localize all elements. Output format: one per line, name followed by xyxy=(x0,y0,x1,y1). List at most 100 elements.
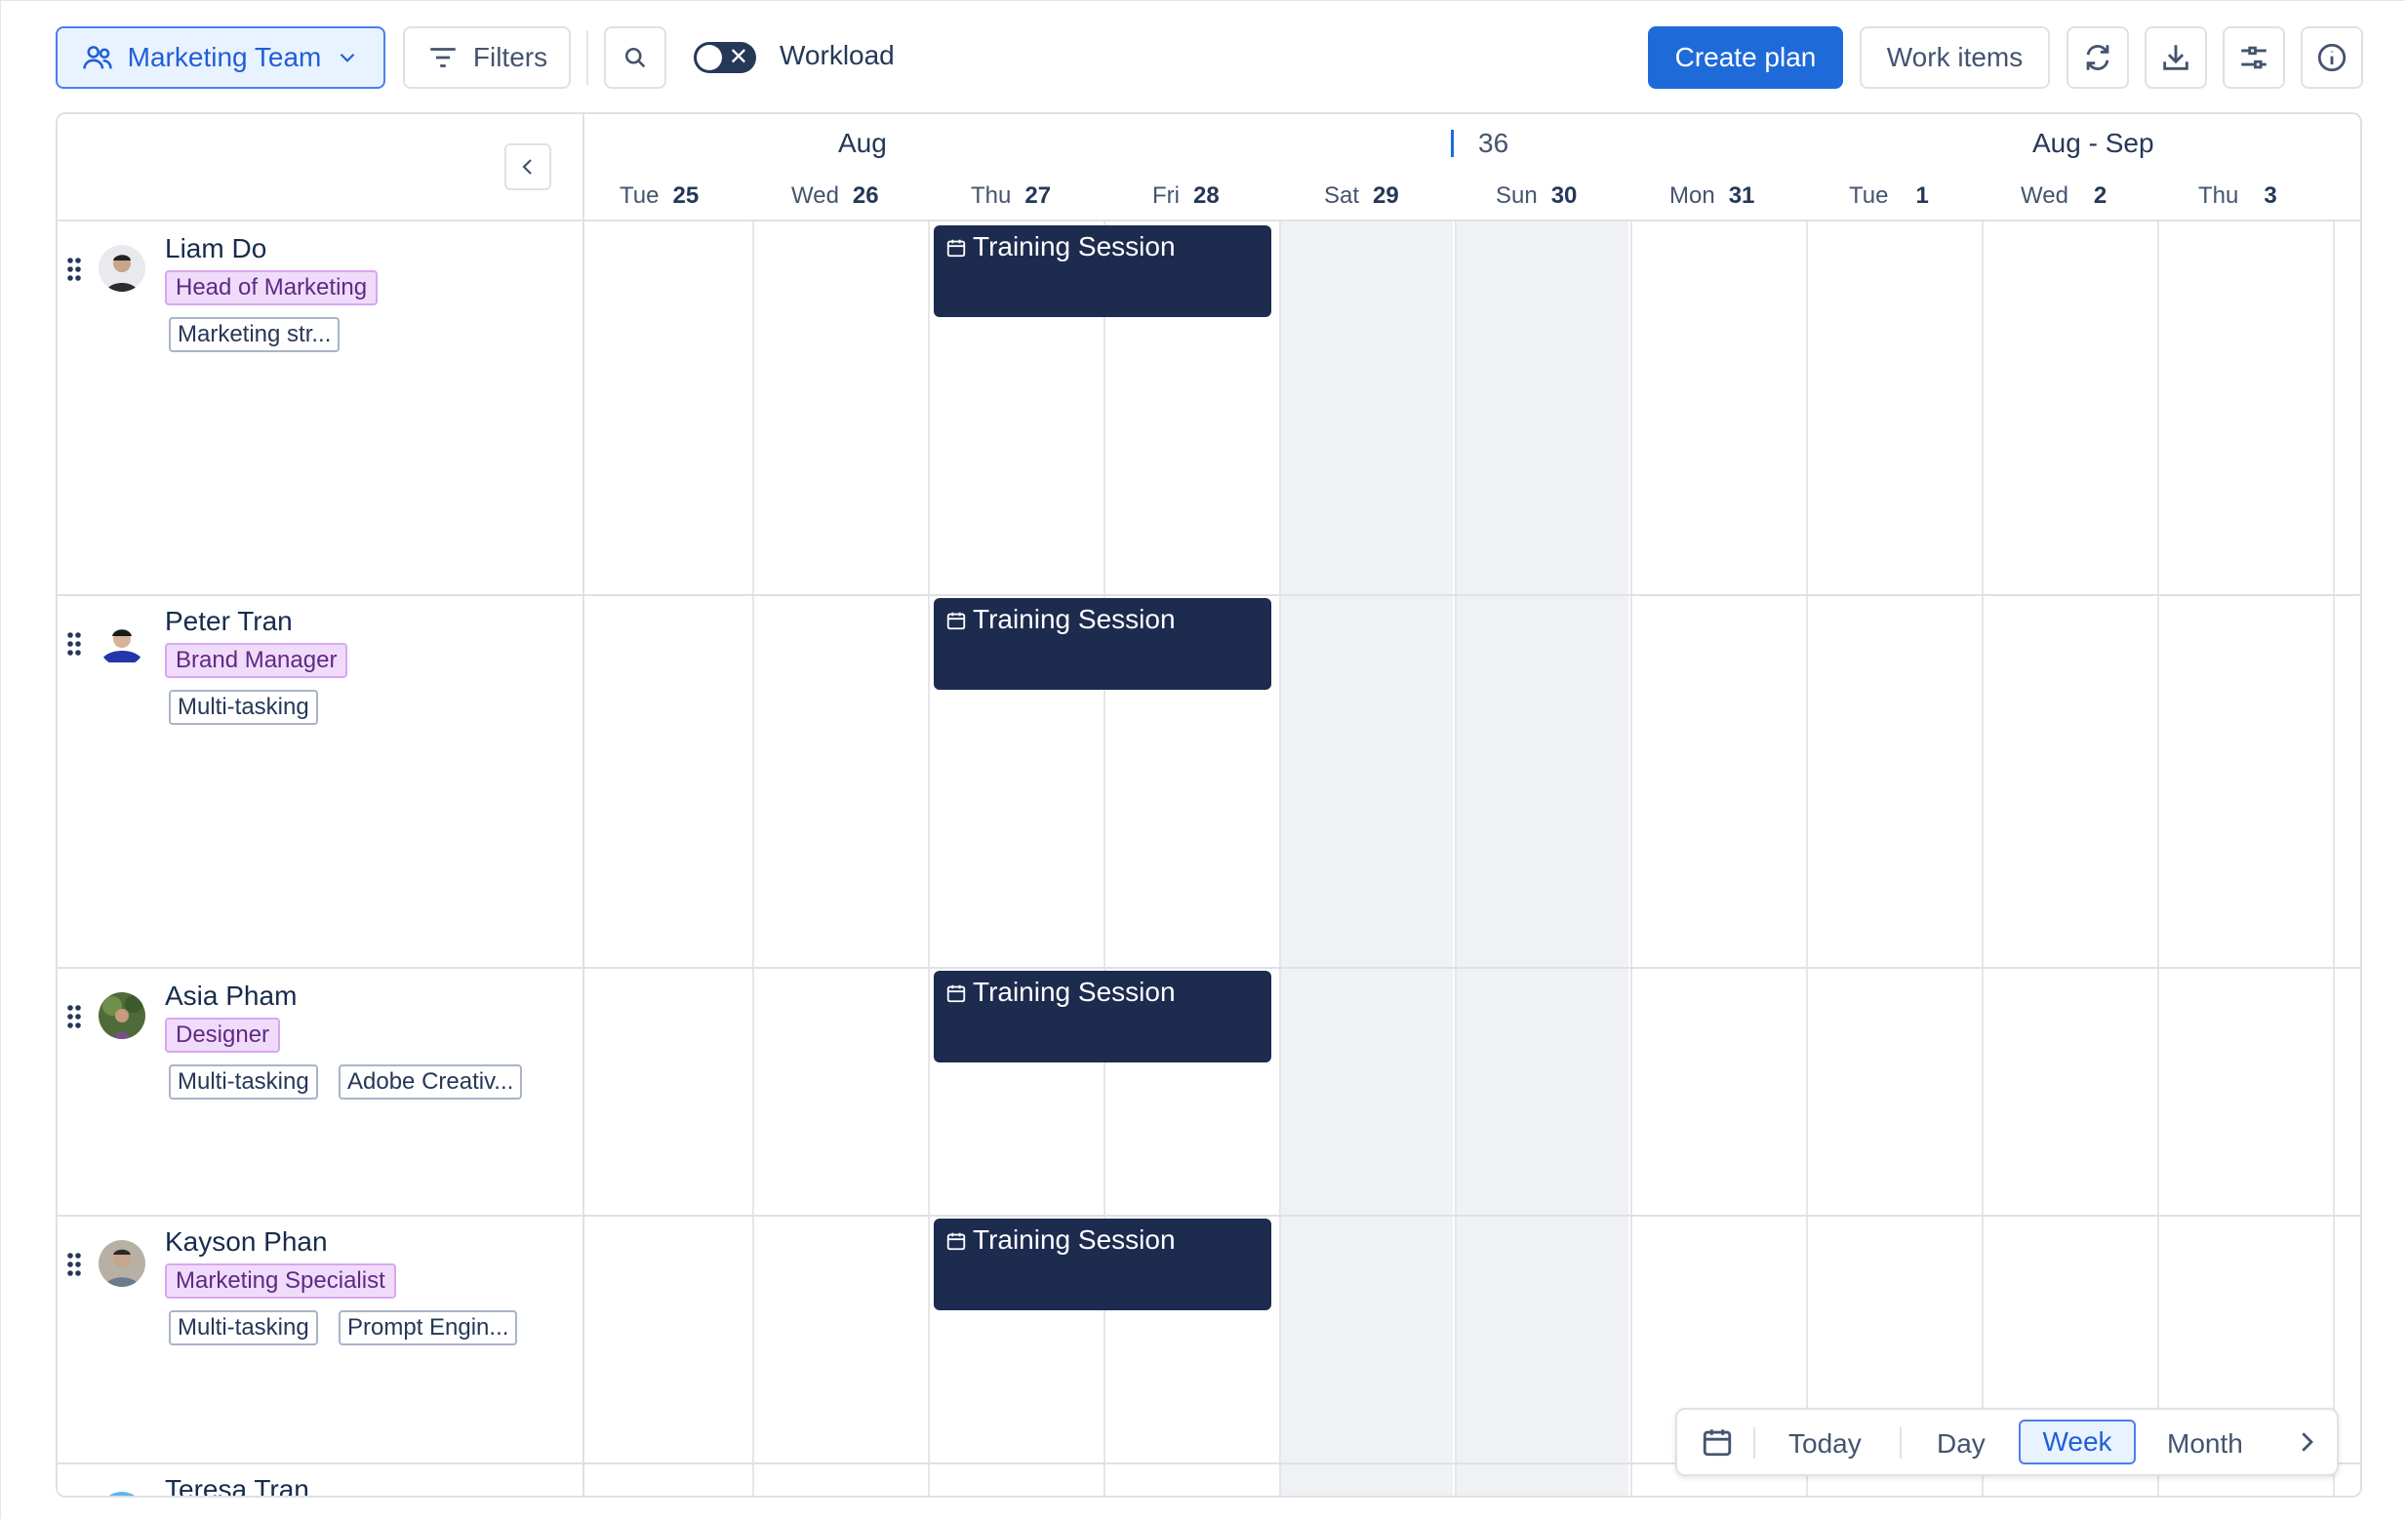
download-button[interactable] xyxy=(2145,26,2207,89)
avatar xyxy=(99,992,145,1039)
month-label-aug-sep: Aug - Sep xyxy=(2032,128,2154,158)
search-icon xyxy=(624,47,646,68)
event-title: Training Session xyxy=(973,977,1176,1007)
skill-tag: Multi-tasking xyxy=(169,1310,318,1345)
settings-button[interactable] xyxy=(2223,26,2285,89)
workload-label: Workload xyxy=(780,40,895,70)
people-pane: Liam Do Head of Marketing Marketing str.… xyxy=(58,114,584,1496)
column-divider xyxy=(1279,220,1281,1496)
week-marker xyxy=(1451,130,1454,157)
app-frame: Marketing Team Filters ✕ Workload Create… xyxy=(0,0,2405,1519)
avatar xyxy=(99,1492,145,1496)
event-block[interactable]: Training Session xyxy=(934,971,1271,1062)
switcher-divider xyxy=(1753,1427,1755,1459)
column-divider xyxy=(2157,220,2159,1496)
avatar xyxy=(99,620,145,666)
row-divider xyxy=(58,594,2360,596)
row-divider xyxy=(58,967,2360,969)
column-divider xyxy=(928,220,930,1496)
download-icon xyxy=(2163,45,2188,70)
column-divider xyxy=(2333,220,2335,1496)
event-title: Training Session xyxy=(973,604,1176,634)
column-divider xyxy=(752,220,754,1496)
drag-handle-icon[interactable] xyxy=(63,255,85,284)
collapse-pane-button[interactable] xyxy=(504,143,551,190)
month-view-button[interactable]: Month xyxy=(2167,1423,2243,1464)
day-header[interactable]: Wed 2 xyxy=(2021,182,2107,210)
day-header[interactable]: Sun 30 xyxy=(1496,182,1577,210)
person-name: Peter Tran xyxy=(165,606,293,636)
skill-tag: Marketing str... xyxy=(169,317,341,352)
day-header[interactable]: Fri 28 xyxy=(1152,182,1220,210)
day-header[interactable]: Sat 29 xyxy=(1324,182,1399,210)
week-number: 36 xyxy=(1478,128,1509,158)
today-button[interactable]: Today xyxy=(1788,1423,1862,1464)
team-selector-label: Marketing Team xyxy=(127,42,322,72)
team-icon xyxy=(82,46,112,69)
day-header[interactable]: Thu 27 xyxy=(971,182,1051,210)
weekend-column-sat xyxy=(1279,221,1453,1496)
skill-tag: Adobe Creativ... xyxy=(339,1064,523,1100)
skill-tag: Prompt Engin... xyxy=(339,1310,518,1345)
person-name: Liam Do xyxy=(165,233,267,263)
calendar-icon[interactable] xyxy=(1701,1425,1734,1459)
event-block[interactable]: Training Session xyxy=(934,225,1271,317)
filters-button[interactable]: Filters xyxy=(403,26,571,89)
skill-tag: Multi-tasking xyxy=(169,690,318,725)
header-divider xyxy=(58,220,582,221)
drag-handle-icon[interactable] xyxy=(63,1002,85,1031)
day-header[interactable]: Thu 3 xyxy=(2198,182,2277,210)
schedule-grid: Aug 36 Aug - Sep Tue 25 Wed 26 Thu 27 Fri 28… xyxy=(56,112,2362,1498)
drag-handle-icon[interactable] xyxy=(63,1250,85,1279)
calendar-icon xyxy=(946,1232,966,1251)
filter-icon xyxy=(430,48,456,67)
avatar xyxy=(99,245,145,292)
info-button[interactable] xyxy=(2301,26,2363,89)
chevron-down-icon xyxy=(341,53,355,62)
person-name: Kayson Phan xyxy=(165,1226,328,1257)
role-badge: Designer xyxy=(165,1018,281,1053)
search-button[interactable] xyxy=(604,26,666,89)
toolbar-divider xyxy=(586,30,588,85)
day-header[interactable]: Mon 31 xyxy=(1669,182,1754,210)
day-header[interactable]: Tue 25 xyxy=(620,182,699,210)
info-icon xyxy=(2317,43,2347,72)
event-block[interactable]: Training Session xyxy=(934,598,1271,690)
calendar-icon xyxy=(946,612,966,630)
role-badge: Marketing Specialist xyxy=(165,1263,396,1299)
role-badge: Head of Marketing xyxy=(165,270,379,305)
row-divider xyxy=(58,1215,2360,1217)
column-divider xyxy=(1806,220,1808,1496)
settings-sliders-icon xyxy=(2241,46,2267,69)
event-block[interactable]: Training Session xyxy=(934,1219,1271,1310)
chevron-left-icon xyxy=(522,159,532,175)
role-badge: Brand Manager xyxy=(165,643,348,678)
toggle-off-icon: ✕ xyxy=(728,44,748,70)
create-plan-button[interactable]: Create plan xyxy=(1648,26,1843,89)
column-divider xyxy=(1630,220,1632,1496)
skill-tag: Multi-tasking xyxy=(169,1064,318,1100)
toggle-knob xyxy=(697,45,722,70)
refresh-button[interactable] xyxy=(2067,26,2129,89)
refresh-icon xyxy=(2086,45,2109,70)
person-name: Teresa Tran xyxy=(165,1474,309,1498)
month-label-aug: Aug xyxy=(838,128,887,158)
week-view-button[interactable]: Week xyxy=(2019,1420,2136,1464)
workload-toggle[interactable]: ✕ xyxy=(694,42,756,73)
weekend-column-sun xyxy=(1455,221,1628,1496)
switcher-divider xyxy=(1900,1427,1902,1459)
filters-label: Filters xyxy=(472,42,548,72)
event-title: Training Session xyxy=(973,1224,1176,1255)
work-items-button[interactable]: Work items xyxy=(1860,26,2050,89)
drag-handle-icon[interactable] xyxy=(63,629,85,659)
calendar-icon xyxy=(946,239,966,258)
chevron-right-icon[interactable] xyxy=(2292,1427,2321,1457)
view-switcher: Today Day Week Month xyxy=(1675,1408,2339,1476)
person-name: Asia Pham xyxy=(165,981,298,1011)
team-selector-button[interactable]: Marketing Team xyxy=(56,26,385,89)
day-view-button[interactable]: Day xyxy=(1937,1423,1986,1464)
column-divider xyxy=(1982,220,1984,1496)
day-header[interactable]: Tue 1 xyxy=(1849,182,1929,210)
calendar-icon xyxy=(946,984,966,1003)
day-header[interactable]: Wed 26 xyxy=(791,182,879,210)
